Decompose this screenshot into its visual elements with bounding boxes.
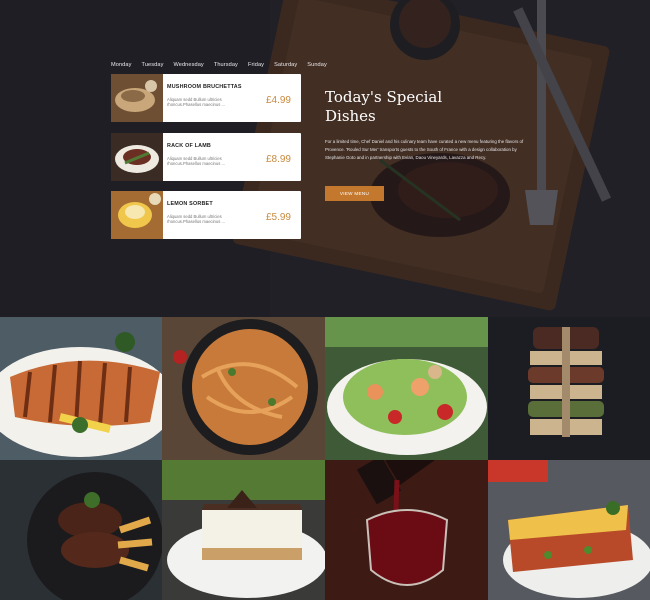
menu-card-rack-of-lamb[interactable]: RACK OF LAMB Aliquam sedd Bullum ultrici… <box>111 133 301 181</box>
tab-friday[interactable]: Friday <box>248 62 264 68</box>
menu-item-name: LEMON SORBET <box>167 201 213 207</box>
menu-item-name: RACK OF LAMB <box>167 143 212 149</box>
menu-card-lemon-sorbet[interactable]: LEMON SORBET Aliquam sedd Bullum ultrici… <box>111 191 301 239</box>
tab-sunday[interactable]: Sunday <box>307 62 327 68</box>
menu-item-price: £5.99 <box>265 212 291 223</box>
tab-tuesday[interactable]: Tuesday <box>142 62 164 68</box>
cream-pie-photo[interactable] <box>162 460 325 600</box>
menu-item-price: £4.99 <box>265 95 291 106</box>
rack-of-lamb-photo <box>111 133 163 181</box>
menu-item-price: £8.99 <box>265 154 291 165</box>
tab-saturday[interactable]: Saturday <box>274 62 297 68</box>
food-gallery <box>0 317 650 600</box>
steak-fries-photo[interactable] <box>0 460 162 600</box>
red-wine-photo[interactable] <box>325 460 488 600</box>
tab-wednesday[interactable]: Wednesday <box>173 62 203 68</box>
lemon-sorbet-photo <box>111 191 163 239</box>
menu-card-mushroom-bruchettas[interactable]: MUSHROOM BRUCHETTAS Aliquam sedd Bullum … <box>111 74 301 122</box>
pasta-pan-photo[interactable] <box>162 317 325 460</box>
day-tabs: Monday Tuesday Wednesday Thursday Friday… <box>111 62 337 68</box>
special-dishes-section: Monday Tuesday Wednesday Thursday Friday… <box>0 0 650 317</box>
grilled-salmon-photo[interactable] <box>0 317 162 460</box>
special-info: Today's Special Dishes For a limited tim… <box>325 88 555 201</box>
stacked-sandwich-photo[interactable] <box>488 317 650 460</box>
tab-monday[interactable]: Monday <box>111 62 132 68</box>
menu-item-description: Aliquam sedd Bullum ultricies rhoncus.Ph… <box>167 97 225 108</box>
special-title: Today's Special Dishes <box>325 88 443 125</box>
menu-item-name: MUSHROOM BRUCHETTAS <box>167 84 242 90</box>
menu-item-description: Aliquam sedd Bullum ultricies rhoncus.Ph… <box>167 156 225 167</box>
special-description: For a limited time, Chef Daniel and his … <box>325 139 524 160</box>
mushroom-bruchettas-photo <box>111 74 163 122</box>
menu-item-description: Aliquam sedd Bullum ultricies rhoncus.Ph… <box>167 214 225 225</box>
shepherds-pie-photo[interactable] <box>488 460 650 600</box>
shrimp-salad-photo[interactable] <box>325 317 488 460</box>
tab-thursday[interactable]: Thursday <box>214 62 238 68</box>
view-menu-button[interactable]: VIEW MENU <box>325 186 384 201</box>
